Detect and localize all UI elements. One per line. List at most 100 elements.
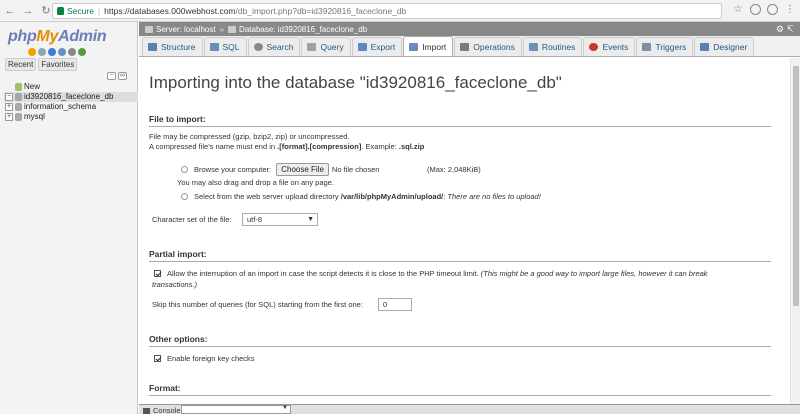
drag-drop-note: You may also drag and drop a file on any… (177, 178, 334, 187)
breadcrumb-server[interactable]: Server: localhost (145, 25, 216, 34)
expand-icon[interactable]: + (5, 113, 13, 121)
tab-sql[interactable]: SQL (203, 37, 247, 56)
tab-structure[interactable]: Structure (142, 37, 203, 56)
page-title: Importing into the database "id3920816_f… (149, 73, 562, 92)
docs-icon[interactable] (58, 48, 66, 56)
import-icon (409, 42, 419, 51)
reload-nav-icon[interactable] (78, 48, 86, 56)
tab-label: Search (266, 42, 294, 52)
help-icon[interactable] (48, 48, 56, 56)
expand-icon[interactable]: − (5, 93, 13, 101)
phpmyadmin-logo[interactable]: phpMyAdmin (8, 28, 107, 46)
charset-value: utf-8 (247, 215, 263, 224)
tree-item-new[interactable]: New (4, 82, 138, 92)
server-upload-row: Select from the web server upload direct… (181, 192, 541, 201)
server-dir-prefix: Select from the web server upload direct… (194, 192, 341, 201)
designer-icon (700, 43, 710, 51)
triggers-icon (642, 43, 652, 51)
allow-interrupt-note-2: transactions.) (152, 280, 198, 289)
recent-tab[interactable]: Recent (5, 58, 37, 71)
routines-icon (528, 43, 538, 51)
tab-events[interactable]: Events (583, 37, 636, 56)
logo-my: My (36, 28, 59, 45)
lock-icon (57, 7, 64, 15)
tab-operations[interactable]: Operations (454, 37, 522, 56)
forward-icon[interactable]: → (20, 3, 36, 19)
star-icon[interactable]: ☆ (732, 4, 744, 16)
other-options-heading: Other options: (149, 334, 771, 347)
console-select[interactable]: ▼ (181, 405, 291, 414)
tree-item-information-schema[interactable]: + information_schema (4, 102, 138, 112)
clock-icon (589, 43, 599, 51)
address-bar[interactable]: Secure | https://databases.000webhost.co… (52, 3, 722, 19)
compression-note: File may be compressed (gzip, bzip2, zip… (149, 132, 350, 141)
choose-file-button[interactable]: Choose File (276, 163, 329, 176)
tree-label: New (24, 82, 41, 91)
tab-import[interactable]: Import (403, 36, 454, 56)
chevron-down-icon: ▼ (282, 405, 288, 411)
tab-label: Events (602, 42, 629, 52)
tab-query[interactable]: Query (301, 37, 351, 56)
allow-interrupt-label: Allow the interruption of an import in c… (167, 269, 479, 278)
gear-icon[interactable] (68, 48, 76, 56)
scrollbar-thumb[interactable] (793, 66, 799, 306)
tab-export[interactable]: Export (351, 37, 403, 56)
navigation-panel: phpMyAdmin Recent Favorites − ∞ New − id… (0, 22, 138, 414)
browser-toolbar: ← → ↻ Secure | https://databases.000webh… (0, 0, 800, 22)
tree-label: mysql (24, 112, 45, 121)
filename-note: A compressed file's name must end in .[f… (149, 142, 424, 151)
skip-queries-input[interactable]: 0 (378, 298, 412, 311)
browse-computer-row: Browse your computer: Choose File No file… (181, 163, 379, 176)
back-icon[interactable]: ← (2, 3, 18, 19)
breadcrumb-server-label: Server: localhost (156, 24, 216, 34)
tab-label: Import (422, 41, 447, 52)
sql-icon (209, 43, 219, 51)
foreign-key-label: Enable foreign key checks (167, 354, 255, 363)
server-upload-radio[interactable] (181, 193, 188, 200)
favorites-tab[interactable]: Favorites (38, 58, 78, 71)
allow-interrupt-checkbox[interactable] (154, 270, 161, 277)
tab-search[interactable]: Search (247, 37, 301, 56)
scrollbar[interactable] (790, 58, 800, 404)
query-icon (307, 43, 317, 51)
tab-designer[interactable]: Designer (694, 37, 755, 56)
tree-item-mysql[interactable]: + mysql (4, 112, 138, 122)
home-icon[interactable] (28, 48, 36, 56)
charset-select[interactable]: utf-8 ▼ (242, 213, 318, 226)
console-icon (143, 407, 150, 414)
tab-label: Structure (161, 42, 196, 52)
tab-triggers[interactable]: Triggers (636, 37, 694, 56)
menu-icon[interactable]: ⋮ (784, 4, 796, 16)
foreign-key-row: Enable foreign key checks (154, 354, 255, 363)
tab-routines[interactable]: Routines (522, 37, 583, 56)
nav-quick-icons (28, 48, 86, 56)
opera-icon[interactable] (767, 4, 778, 15)
tab-bar: Structure SQL Search Query Export Import… (139, 36, 800, 57)
foreign-key-checkbox[interactable] (154, 355, 161, 362)
breadcrumb: Server: localhost » Database: id3920816_… (139, 22, 800, 36)
breadcrumb-database[interactable]: Database: id3920816_faceclone_db (228, 25, 367, 34)
filename-example-prefix: . Example: (361, 142, 399, 151)
logo-admin: Admin (58, 28, 107, 45)
tree-item-faceclone-db[interactable]: − id3920816_faceclone_db (4, 92, 138, 102)
tab-label: Operations (473, 42, 515, 52)
link-icon[interactable]: ∞ (118, 72, 127, 80)
collapse-all-icon[interactable]: − (107, 72, 116, 80)
settings-gear-icon[interactable]: ⚙ ↸ (776, 24, 794, 35)
expand-icon[interactable]: + (5, 103, 13, 111)
charset-label: Character set of the file: (152, 215, 232, 224)
tree-label: id3920816_faceclone_db (24, 92, 114, 101)
wrench-icon (460, 43, 470, 51)
allow-interrupt-note: (This might be a good way to import larg… (480, 269, 708, 278)
database-icon (15, 103, 22, 111)
structure-icon (148, 43, 157, 51)
filename-note-prefix: A compressed file's name must end in (149, 142, 278, 151)
database-icon (228, 25, 237, 33)
browse-label: Browse your computer: (194, 165, 272, 174)
extension-icon[interactable] (750, 4, 761, 15)
logout-icon[interactable] (38, 48, 46, 56)
tab-label: Designer (713, 42, 748, 52)
new-db-icon (15, 83, 22, 91)
browse-computer-radio[interactable] (181, 166, 188, 173)
chevron-down-icon: ▼ (307, 216, 314, 223)
